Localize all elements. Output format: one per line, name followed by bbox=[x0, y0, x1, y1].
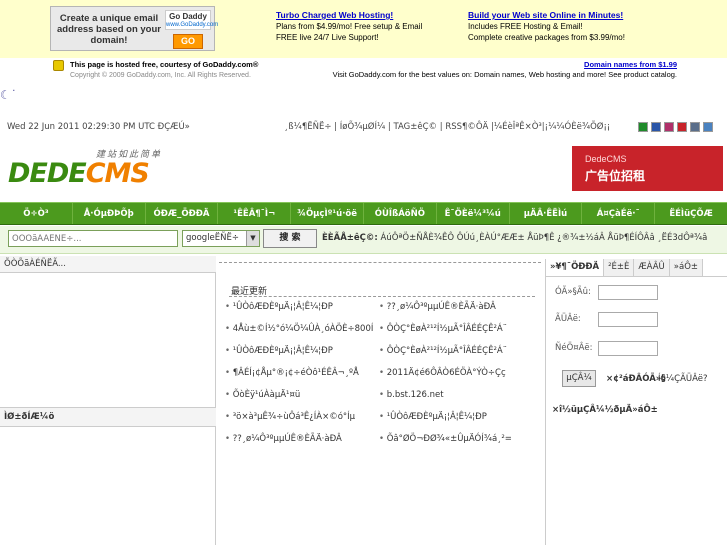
website-promo-link[interactable]: Build your Web site Online in Minutes! bbox=[468, 10, 623, 20]
nav-item-0[interactable]: Ö÷Ò³ bbox=[0, 203, 73, 224]
godaddy-badge-icon bbox=[53, 60, 64, 71]
skin-swatches bbox=[638, 122, 713, 132]
hosting-promo-link[interactable]: Turbo Charged Web Hosting! bbox=[276, 10, 393, 20]
nav-item-7[interactable]: µÄÂ·ÊËÌú bbox=[510, 203, 583, 224]
nav-item-9[interactable]: ËÉÌüÇÕÆ bbox=[655, 203, 727, 224]
top-links[interactable]: ¸ß¼¶ËÑË÷ | ÍøÕ¾µØÍ¼ | TAG±êÇ© | RSS¶©ÔÄ … bbox=[284, 122, 610, 132]
logo-word-dede: DEDE bbox=[8, 158, 87, 189]
captcha-label: ÑéÖ¤Âë: bbox=[555, 343, 593, 353]
copyright: Copyright © 2009 GoDaddy.com, Inc. All R… bbox=[70, 72, 251, 79]
go-button[interactable]: GO bbox=[173, 34, 203, 49]
logo-word-cms: CMS bbox=[85, 158, 150, 189]
godaddy-ad-bar: Create a unique email address based on y… bbox=[0, 0, 727, 58]
news-item[interactable]: 4Åù±©Í½°ó¼Ö¼ÛÀ¸óÀÖÈ÷800Í bbox=[225, 318, 375, 340]
login-tab-2[interactable]: ÆÀÂÛ bbox=[634, 259, 670, 276]
search-button[interactable]: 搜 索 bbox=[263, 229, 317, 248]
username-label: ÓÃ»§Ãû: bbox=[555, 287, 591, 297]
current-date: Wed 22 Jun 2011 02:29:30 PM UTC ÐÇÆÚ» bbox=[7, 122, 190, 132]
login-tab-0[interactable]: »¥¶¯ÖÐÐÄ bbox=[546, 259, 605, 276]
news-item[interactable]: ÔÒÇ°ÈøÀ²¹²Í½µÃ°ÎÂÉÉÇÊ²Á¨ bbox=[379, 340, 529, 362]
godaddy-footer-line: This page is hosted free, courtesy of Go… bbox=[0, 58, 727, 82]
banner-text: 广告位招租 bbox=[585, 169, 646, 183]
nav-item-4[interactable]: ¾ÖµçÌº¹ú·öë bbox=[291, 203, 364, 224]
password-field[interactable] bbox=[598, 312, 658, 327]
username-field[interactable] bbox=[598, 285, 658, 300]
skin-swatch-3[interactable] bbox=[677, 122, 687, 132]
godaddy-right-links: Domain names from $1.99 Visit GoDaddy.co… bbox=[333, 60, 677, 80]
login-tab-3[interactable]: »áÔ± bbox=[669, 259, 704, 276]
news-item[interactable]: ¶ÂÉÍ¡¢Åµ°®¡¢÷éÒô¹ÉÊÂ¬¸ºÅ bbox=[225, 362, 375, 384]
skin-swatch-5[interactable] bbox=[703, 122, 713, 132]
search-engine-select[interactable]: googleËÑË÷ ▼ bbox=[182, 230, 260, 247]
hosting-promo-line1: Plans from $4.99/mo! Free setup & Email bbox=[276, 22, 423, 31]
hot-tags: ÈÈÃÅ±êÇ©: ÁúÔªÖ±ÑÅÈ¾ÊÔ ÔÚú¸ÈÀÚ°ÆÆ± ÅüÞ¶Ê… bbox=[322, 233, 707, 243]
left-panel-tab[interactable]: ÕÒÕãÀÉÑËÃ... bbox=[0, 256, 216, 273]
search-input[interactable] bbox=[8, 230, 178, 247]
news-item[interactable]: ¹ÛÒôÆÐÈºµÄ¡¦Â¦Ê¼¦ÐP bbox=[225, 296, 375, 318]
godaddy-logo: Go Daddy www.GoDaddy.com bbox=[165, 10, 219, 30]
news-item[interactable]: ??¸ø¼Ô³ºµµÚÊ®ÈÃÄ·àÐÂ bbox=[379, 296, 529, 318]
password-label: ÃÜÂë: bbox=[555, 314, 581, 324]
website-promo: Build your Web site Online in Minutes! I… bbox=[468, 10, 625, 43]
ad-banner[interactable]: DedeCMS 广告位招租 bbox=[572, 146, 723, 191]
skin-swatch-4[interactable] bbox=[690, 122, 700, 132]
news-list-left: ¹ÛÒôÆÐÈºµÄ¡¦Â¦Ê¼¦ÐP4Åù±©Í½°ó¼Ö¼ÛÀ¸óÀÖÈ÷8… bbox=[225, 296, 375, 450]
banner-brand: DedeCMS bbox=[585, 154, 627, 164]
news-item[interactable]: ÕòÈÿ¹úÀàµÄ¹¤ü bbox=[225, 384, 375, 406]
top-bar: Wed 22 Jun 2011 02:29:30 PM UTC ÐÇÆÚ» ¸ß… bbox=[0, 121, 727, 135]
hot-tags-label: ÈÈÃÅ±êÇ©: bbox=[322, 233, 378, 243]
left-panel: ÕÒÕãÀÉÑËÃ... ÌØ±ðÍÆ¼ö bbox=[0, 256, 216, 545]
skin-swatch-0[interactable] bbox=[638, 122, 648, 132]
captcha-field[interactable] bbox=[598, 341, 658, 356]
news-item[interactable]: ¹ÛÒôÆÐÈºµÄ¡¦Â¦Ê¼¦ÐP bbox=[225, 340, 375, 362]
site-logo[interactable]: 建站如此简单 DEDECMS bbox=[8, 150, 173, 190]
latest-updates: 最近更新 ¹ÛÒôÆÐÈºµÄ¡¦Â¦Ê¼¦ÐP4Åù±©Í½°ó¼Ö¼ÛÀ¸ó… bbox=[219, 262, 541, 545]
ad-text: Create a unique email address based on y… bbox=[56, 13, 161, 46]
skin-swatch-1[interactable] bbox=[651, 122, 661, 132]
main-nav: Ö÷Ò³ Å·ÓµÐÞÕþ ÓÐÆ_ÖÐÐÄ ¹ÊÊÂ¶¯Ì¬ ¾ÖµçÌº¹ú·öë Ó… bbox=[0, 202, 727, 225]
login-button[interactable]: µÇÂ¼ bbox=[562, 370, 596, 387]
news-list-right: ??¸ø¼Ô³ºµµÚÊ®ÈÃÄ·àÐÂÔÒÇ°ÈøÀ²¹²Í½µÃ°ÎÂÉÉÇ… bbox=[379, 296, 529, 450]
register-link[interactable]: ×¢²áÐÂÓÃ»§ bbox=[606, 374, 666, 384]
search-engine-value: googleËÑË÷ bbox=[186, 233, 240, 243]
news-item[interactable]: Õâ°ØÖ¬ÐØ¾«±ÛµÄÓÍ¾á¸²= bbox=[379, 428, 529, 450]
nav-item-3[interactable]: ¹ÊÊÂ¶¯Ì¬ bbox=[218, 203, 292, 224]
chevron-down-icon[interactable]: ▼ bbox=[246, 231, 259, 246]
nav-item-2[interactable]: ÓÐÆ_ÖÐÐÄ bbox=[146, 203, 219, 224]
hosting-promo: Turbo Charged Web Hosting! Plans from $4… bbox=[276, 10, 422, 43]
news-item[interactable]: ¹ÛÒôÆÐÈºµÄ¡¦Â¦Ê¼¦ÐP bbox=[379, 406, 529, 428]
nav-item-6[interactable]: Ê¯ÖÈë¼³¼ú bbox=[437, 203, 510, 224]
godaddy-email-ad[interactable]: Create a unique email address based on y… bbox=[50, 6, 219, 51]
news-item[interactable]: ÔÒÇ°ÈøÀ²¹²Í½µÃ°ÎÂÉÉÇÊ²Á¨ bbox=[379, 318, 529, 340]
login-tab-1[interactable]: ²É±È bbox=[604, 259, 635, 276]
hot-tags-list[interactable]: ÁúÔªÖ±ÑÅÈ¾ÊÔ ÔÚú¸ÈÀÚ°ÆÆ± ÅüÞ¶Ê ¿®¾±½áÂ Å… bbox=[381, 233, 708, 243]
website-promo-line2: Complete creative packages from $3.99/mo… bbox=[468, 33, 625, 42]
featured-section-title: ÌØ±ðÍÆ¼ö bbox=[0, 407, 216, 427]
login-tabs: »¥¶¯ÖÐÐÄ ²É±È ÆÀÂÛ »áÔ± bbox=[546, 259, 727, 277]
news-item[interactable]: b.bst.126.net bbox=[379, 384, 529, 406]
visit-line[interactable]: Visit GoDaddy.com for the best values on… bbox=[333, 70, 677, 79]
nav-item-8[interactable]: Á¤ÇàÉë·¯ bbox=[582, 203, 656, 224]
nav-item-5[interactable]: ÓÙÎßÁöÑÖ bbox=[364, 203, 437, 224]
domain-names-link[interactable]: Domain names from $1.99 bbox=[584, 60, 677, 69]
news-item[interactable]: ??¸ø¼Ô³ºµµÚÊ®ÈÃÄ·àÐÂ bbox=[225, 428, 375, 450]
search-bar: googleËÑË÷ ▼ 搜 索 ÈÈÃÅ±êÇ©: ÁúÔªÖ±ÑÅÈ¾ÊÔ … bbox=[0, 226, 727, 254]
hosting-promo-line2: FREE live 24/7 Live Support! bbox=[276, 33, 379, 42]
sparkle-icon: ☾˙ bbox=[0, 88, 17, 102]
news-item[interactable]: 2011Ä¢é6ÔÂÒ6ÉÖÀ°ÝÒ÷Çç bbox=[379, 362, 529, 384]
skin-swatch-2[interactable] bbox=[664, 122, 674, 132]
nav-item-1[interactable]: Å·ÓµÐÞÕþ bbox=[73, 203, 146, 224]
recent-members: ×î½üµÇÂ¼½ðµÄ»áÔ± bbox=[552, 405, 658, 415]
login-panel: »¥¶¯ÖÐÐÄ ²É±È ÆÀÂÛ »áÔ± ÓÃ»§Ãû: ÃÜÂë: ÑéÖ¤Â… bbox=[545, 259, 727, 545]
hosted-notice: This page is hosted free, courtesy of Go… bbox=[70, 60, 259, 69]
news-item[interactable]: ³ö×à³µÊ¾÷ùÔá³Ê¿ÍÀ×©ó°Íµ bbox=[225, 406, 375, 428]
website-promo-line1: Includes FREE Hosting & Email! bbox=[468, 22, 583, 31]
forgot-password-link[interactable]: Íü¼ÇÃÜÂë? bbox=[658, 374, 708, 384]
